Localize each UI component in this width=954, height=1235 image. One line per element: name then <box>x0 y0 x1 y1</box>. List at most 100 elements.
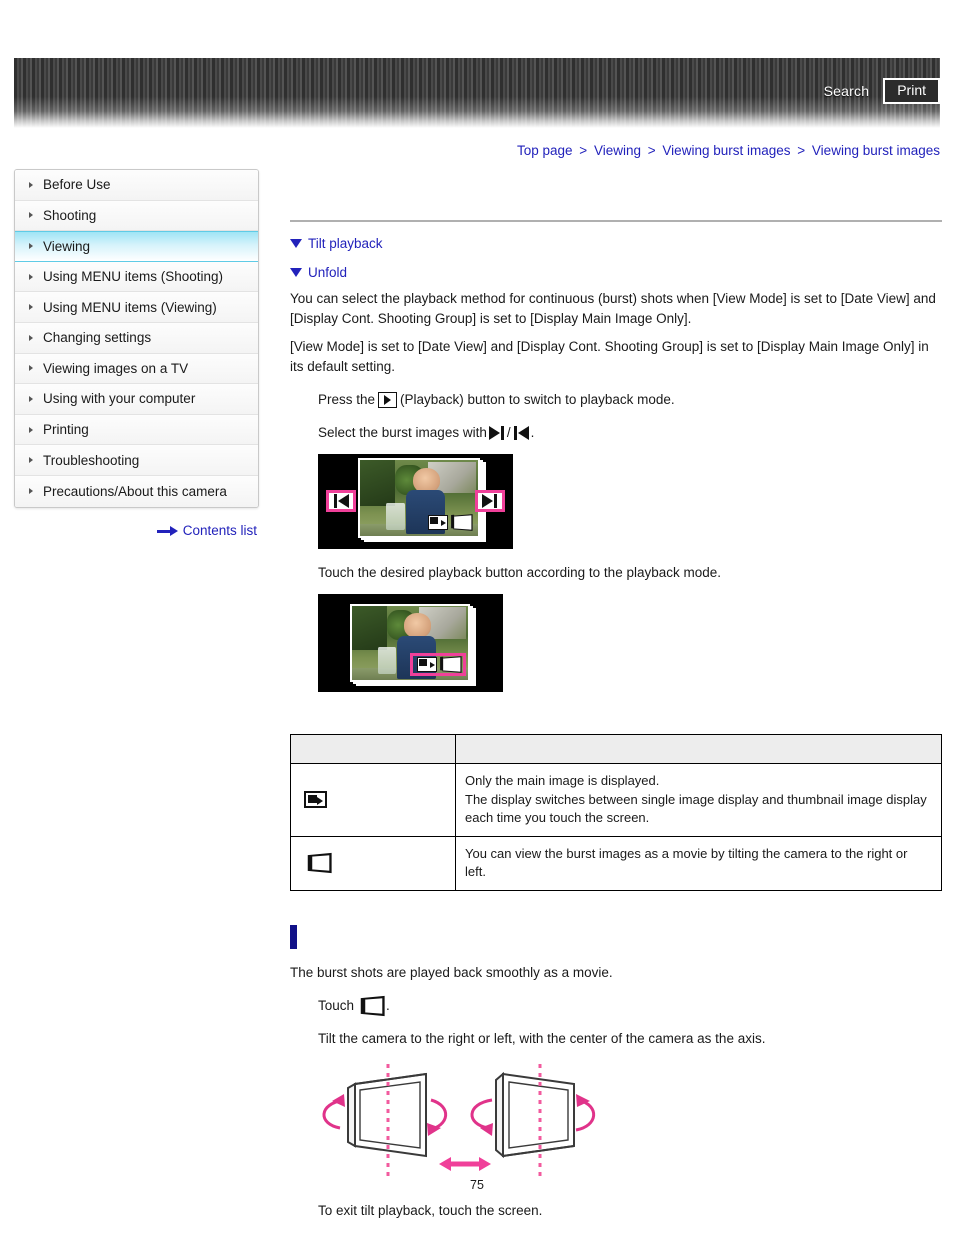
tilt-playback-icon[interactable] <box>442 656 462 673</box>
toggle-label: Unfold <box>308 265 348 280</box>
breadcrumb-item-top-page[interactable]: Top page <box>517 143 573 158</box>
sidebar-item-label: Before Use <box>43 177 111 193</box>
tilt-diagram-svg <box>322 1064 596 1178</box>
next-burst-button[interactable] <box>475 490 505 512</box>
header-actions: Search Print <box>824 78 940 105</box>
photo-object-cup <box>385 502 405 530</box>
contents-list-label: Contents list <box>182 523 257 538</box>
figure-tilt-camera-diagram <box>300 1060 942 1191</box>
section-heading-marker <box>290 924 297 949</box>
chevron-right-icon <box>29 243 33 250</box>
sidebar-item-printing[interactable]: Printing <box>15 414 258 446</box>
previous-image-icon <box>333 494 349 508</box>
step-tilt-camera: Tilt the camera to the right or left, wi… <box>318 1031 766 1046</box>
sidebar-item-label: Precautions/About this camera <box>43 483 227 499</box>
step-text-before: Touch <box>318 998 355 1013</box>
chevron-right-icon <box>29 181 33 188</box>
step-text-after: . <box>386 998 390 1013</box>
divider <box>290 220 942 222</box>
sidebar-item-changing-settings[interactable]: Changing settings <box>15 322 258 354</box>
breadcrumb-separator: > <box>647 143 656 158</box>
table-header-row <box>290 734 942 764</box>
photo-stack-back-1 <box>358 458 480 538</box>
sidebar-item-label: Printing <box>43 422 89 438</box>
arrow-right-icon <box>156 526 179 536</box>
sidebar-item-precautions-about-this-camera[interactable]: Precautions/About this camera <box>15 475 258 507</box>
single-image-display-icon[interactable] <box>417 657 437 672</box>
chevron-right-icon <box>29 365 33 372</box>
chevron-right-icon <box>29 304 33 311</box>
chevron-right-icon <box>29 273 33 280</box>
breadcrumb-item-viewing-burst-images[interactable]: Viewing burst images <box>662 143 790 158</box>
single-image-display-icon[interactable] <box>428 515 448 530</box>
sidebar-item-before-use[interactable]: Before Use <box>15 170 258 201</box>
sidebar-item-shooting[interactable]: Shooting <box>15 200 258 232</box>
sidebar-nav: Before Use Shooting Viewing Using MENU i… <box>14 169 259 508</box>
sidebar-item-label: Using with your computer <box>43 391 196 407</box>
contents-list-link[interactable]: Contents list <box>14 523 257 538</box>
playback-icon <box>378 391 398 408</box>
sidebar-item-viewing[interactable]: Viewing <box>15 231 258 262</box>
toggle-label: Tilt playback <box>308 236 383 251</box>
chevron-right-icon <box>29 334 33 341</box>
sidebar-item-label: Using MENU items (Shooting) <box>43 269 224 285</box>
breadcrumb-item-viewing[interactable]: Viewing <box>594 143 641 158</box>
photo-stack-back-1 <box>350 604 470 682</box>
next-image-icon <box>488 425 505 440</box>
photo-object-cup <box>377 647 397 675</box>
tilt-playback-icon[interactable] <box>453 514 473 531</box>
previous-image-icon <box>513 425 529 440</box>
step-text-before: Press the <box>318 392 376 407</box>
chevron-right-icon <box>29 426 33 433</box>
sidebar-item-using-menu-items-shooting[interactable]: Using MENU items (Shooting) <box>15 261 258 293</box>
step-text-after: . <box>530 425 535 440</box>
chevron-right-icon <box>29 212 33 219</box>
playback-mode-table: Only the main image is displayed. The di… <box>290 734 942 891</box>
sidebar-item-troubleshooting[interactable]: Troubleshooting <box>15 445 258 476</box>
step-exit-tilt-playback: To exit tilt playback, touch the screen. <box>318 1203 543 1218</box>
header-banner <box>14 58 940 128</box>
breadcrumb-separator: > <box>797 143 806 158</box>
step-text-separator: / <box>506 425 511 440</box>
toggle-unfold[interactable]: Unfold <box>290 265 942 280</box>
breadcrumb: Top page > Viewing > Viewing burst image… <box>517 143 940 158</box>
figure-burst-image-selection <box>318 454 513 549</box>
icon-wrapper <box>300 852 446 874</box>
icon-wrapper <box>300 790 446 810</box>
paragraph-view-mode-requirement: You can select the playback method for c… <box>290 291 936 326</box>
step-text-before: Select the burst images with <box>318 425 487 440</box>
toggle-tilt-playback[interactable]: Tilt playback <box>290 236 942 251</box>
burst-photo-thumbnail <box>360 460 478 536</box>
table-cell-description: Only the main image is displayed. The di… <box>455 763 942 837</box>
table-cell-description: You can view the burst images as a movie… <box>455 835 942 891</box>
step-press-playback-button: Press the (Playback) button to switch to… <box>318 390 942 409</box>
main-content: Tilt playback Unfold You can select the … <box>290 168 942 1220</box>
single-image-display-icon <box>304 791 327 809</box>
photo-region-foliage-left <box>360 460 396 506</box>
sidebar-item-label: Viewing images on a TV <box>43 360 189 376</box>
sidebar-item-using-with-your-computer[interactable]: Using with your computer <box>15 384 258 415</box>
triangle-down-icon <box>290 268 302 277</box>
double-arrow-icon <box>439 1157 491 1171</box>
tilt-playback-icon <box>310 852 332 874</box>
camera-left <box>347 1072 427 1158</box>
table-header-description <box>455 734 942 764</box>
sidebar-item-label: Using MENU items (Viewing) <box>43 299 217 315</box>
print-button[interactable]: Print <box>883 78 940 105</box>
sidebar-item-label: Viewing <box>43 238 91 254</box>
tilt-playback-icon <box>363 995 385 1016</box>
photo-subject-head <box>413 467 441 493</box>
breadcrumb-item-current[interactable]: Viewing burst images <box>812 143 940 158</box>
breadcrumb-separator: > <box>579 143 588 158</box>
sidebar-item-viewing-images-on-a-tv[interactable]: Viewing images on a TV <box>15 353 258 385</box>
page-number: 75 <box>470 1178 484 1192</box>
arrowhead-left-1 <box>332 1094 345 1107</box>
step-select-burst-images: Select the burst images with / . <box>318 423 942 442</box>
sidebar-item-label: Changing settings <box>43 330 152 346</box>
sidebar-item-using-menu-items-viewing[interactable]: Using MENU items (Viewing) <box>15 292 258 323</box>
photo-region-foliage-left <box>352 606 387 651</box>
sidebar-item-label: Shooting <box>43 207 97 223</box>
step-touch-playback-button: Touch the desired playback button accord… <box>318 565 722 580</box>
previous-burst-button[interactable] <box>326 490 356 512</box>
search-button[interactable]: Search <box>824 83 870 99</box>
